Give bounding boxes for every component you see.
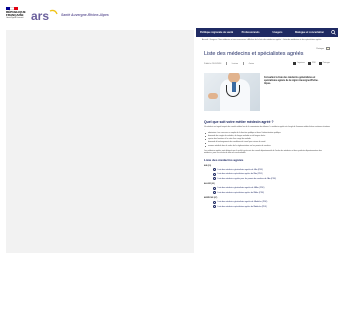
- download-icon: [213, 186, 216, 190]
- rf-logo-text: RÉPUBLIQUE FRANÇAISE: [6, 10, 26, 18]
- department-label: ALLIER (03): [204, 183, 215, 186]
- pdf-label: PDF: [311, 62, 316, 65]
- share-label: Partager: [316, 47, 324, 50]
- nav-item-professionnels[interactable]: Professionnels: [237, 31, 264, 34]
- svg-text:ars: ars: [31, 9, 49, 22]
- breadcrumb[interactable]: Accueil › Usagers › Nos médecins et nos …: [196, 37, 338, 43]
- list-item: examen médical dans le cadre de la régle…: [205, 145, 330, 148]
- doctor-photo: [204, 73, 260, 111]
- share-tool-label: Partager: [322, 62, 330, 65]
- document-link[interactable]: Liste des médecins agréés pour les permi…: [213, 177, 330, 181]
- hero-block: Consultez la liste des médecins générali…: [196, 73, 338, 111]
- print-label: Imprimer: [297, 62, 305, 65]
- download-icon: [213, 200, 216, 204]
- nav-item-dialogue[interactable]: Dialogue et concertation: [291, 31, 328, 34]
- meta-divider: [243, 62, 244, 65]
- document-link[interactable]: Liste des médecins généralistes agréés d…: [213, 186, 330, 190]
- page-title: Liste des médecins et spécialistes agréé…: [204, 51, 304, 57]
- download-icon: [213, 172, 216, 176]
- document-link-text: Liste des médecins généralistes agréés d…: [217, 187, 265, 190]
- pdf-button[interactable]: PDF: [307, 62, 316, 65]
- publish-date: Publié le 29.03.2024: [204, 62, 222, 65]
- document-link-text: Liste des médecins généralistes agréés d…: [217, 168, 263, 171]
- ars-subtitle: Santé Auvergne-Rhône-Alpes: [61, 13, 109, 17]
- print-icon: [293, 62, 297, 65]
- share-icon: [326, 47, 330, 50]
- hero-caption: Consultez la liste des médecins générali…: [264, 77, 319, 85]
- department-links: Liste des médecins généralistes agréés d…: [196, 200, 338, 209]
- main-content: Accueil › Usagers › Nos médecins et nos …: [196, 37, 338, 253]
- meta-divider: [226, 62, 227, 65]
- site-header: RÉPUBLIQUE FRANÇAISE Liberté Égalité Fra…: [0, 0, 344, 28]
- department-label: AIN (01): [204, 164, 212, 167]
- pdf-icon: [307, 62, 311, 65]
- document-link-text: Liste des médecins généralistes agréés d…: [217, 201, 268, 204]
- search-icon: [330, 30, 336, 35]
- document-link[interactable]: Liste des médecins généralistes agréés d…: [213, 168, 330, 172]
- article-tools: Imprimer PDF Partager: [293, 62, 330, 65]
- download-icon: [213, 191, 216, 195]
- list-title: Liste des médecins agréés: [204, 157, 244, 162]
- department-links: Liste des médecins généralistes agréés d…: [196, 168, 338, 181]
- document-link[interactable]: Liste des médecins spécialistes agréés d…: [213, 191, 330, 195]
- print-button[interactable]: Imprimer: [293, 62, 305, 65]
- main-navigation: Politique régionale de santé Professionn…: [196, 28, 338, 37]
- section-title: Quel que soit votre métier médecin agréé…: [204, 120, 274, 124]
- intro-paragraph: Un médecin est agréé auprès du comité mé…: [204, 126, 330, 131]
- article-meta: Publié le 29.03.2024 Lecture 4 mins Impr…: [196, 62, 338, 65]
- nav-item-politique[interactable]: Politique régionale de santé: [196, 31, 237, 34]
- document-link[interactable]: Liste des médecins spécialistes agréés d…: [213, 172, 330, 176]
- read-label: Lecture: [231, 62, 239, 65]
- department-links: Liste des médecins généralistes agréés d…: [196, 186, 338, 195]
- share-icon: [318, 62, 322, 65]
- document-link-text: Liste des médecins spécialistes agréés d…: [217, 191, 265, 194]
- document-link-text: Liste des médecins spécialistes agréés d…: [217, 205, 267, 208]
- designation-note: Les médecins agréés sont désignés par le…: [204, 149, 322, 155]
- department-label: ARDÈCHE (07): [204, 197, 218, 200]
- download-icon: [213, 205, 216, 209]
- document-link[interactable]: Liste des médecins spécialistes agréés d…: [213, 205, 330, 209]
- rf-logo-motto: Liberté Égalité Fraternité: [6, 18, 24, 20]
- search-button[interactable]: [328, 28, 338, 37]
- document-link-text: Liste des médecins spécialistes agréés d…: [217, 173, 263, 176]
- read-duration: 4 mins: [248, 62, 255, 65]
- republique-francaise-logo[interactable]: RÉPUBLIQUE FRANÇAISE Liberté Égalité Fra…: [6, 7, 26, 23]
- left-page-background: [6, 30, 194, 253]
- document-link-text: Liste des médecins agréés pour les permi…: [217, 177, 277, 180]
- situations-list: admission à un concours ou emploi de la …: [196, 132, 338, 147]
- nav-item-usagers[interactable]: Usagers: [264, 31, 291, 34]
- document-link[interactable]: Liste des médecins généralistes agréés d…: [213, 200, 330, 204]
- ars-logo[interactable]: ars: [30, 8, 58, 22]
- download-icon: [213, 177, 216, 181]
- share-tool-button[interactable]: Partager: [318, 62, 330, 65]
- share-button[interactable]: Partager: [316, 47, 330, 50]
- download-icon: [213, 168, 216, 172]
